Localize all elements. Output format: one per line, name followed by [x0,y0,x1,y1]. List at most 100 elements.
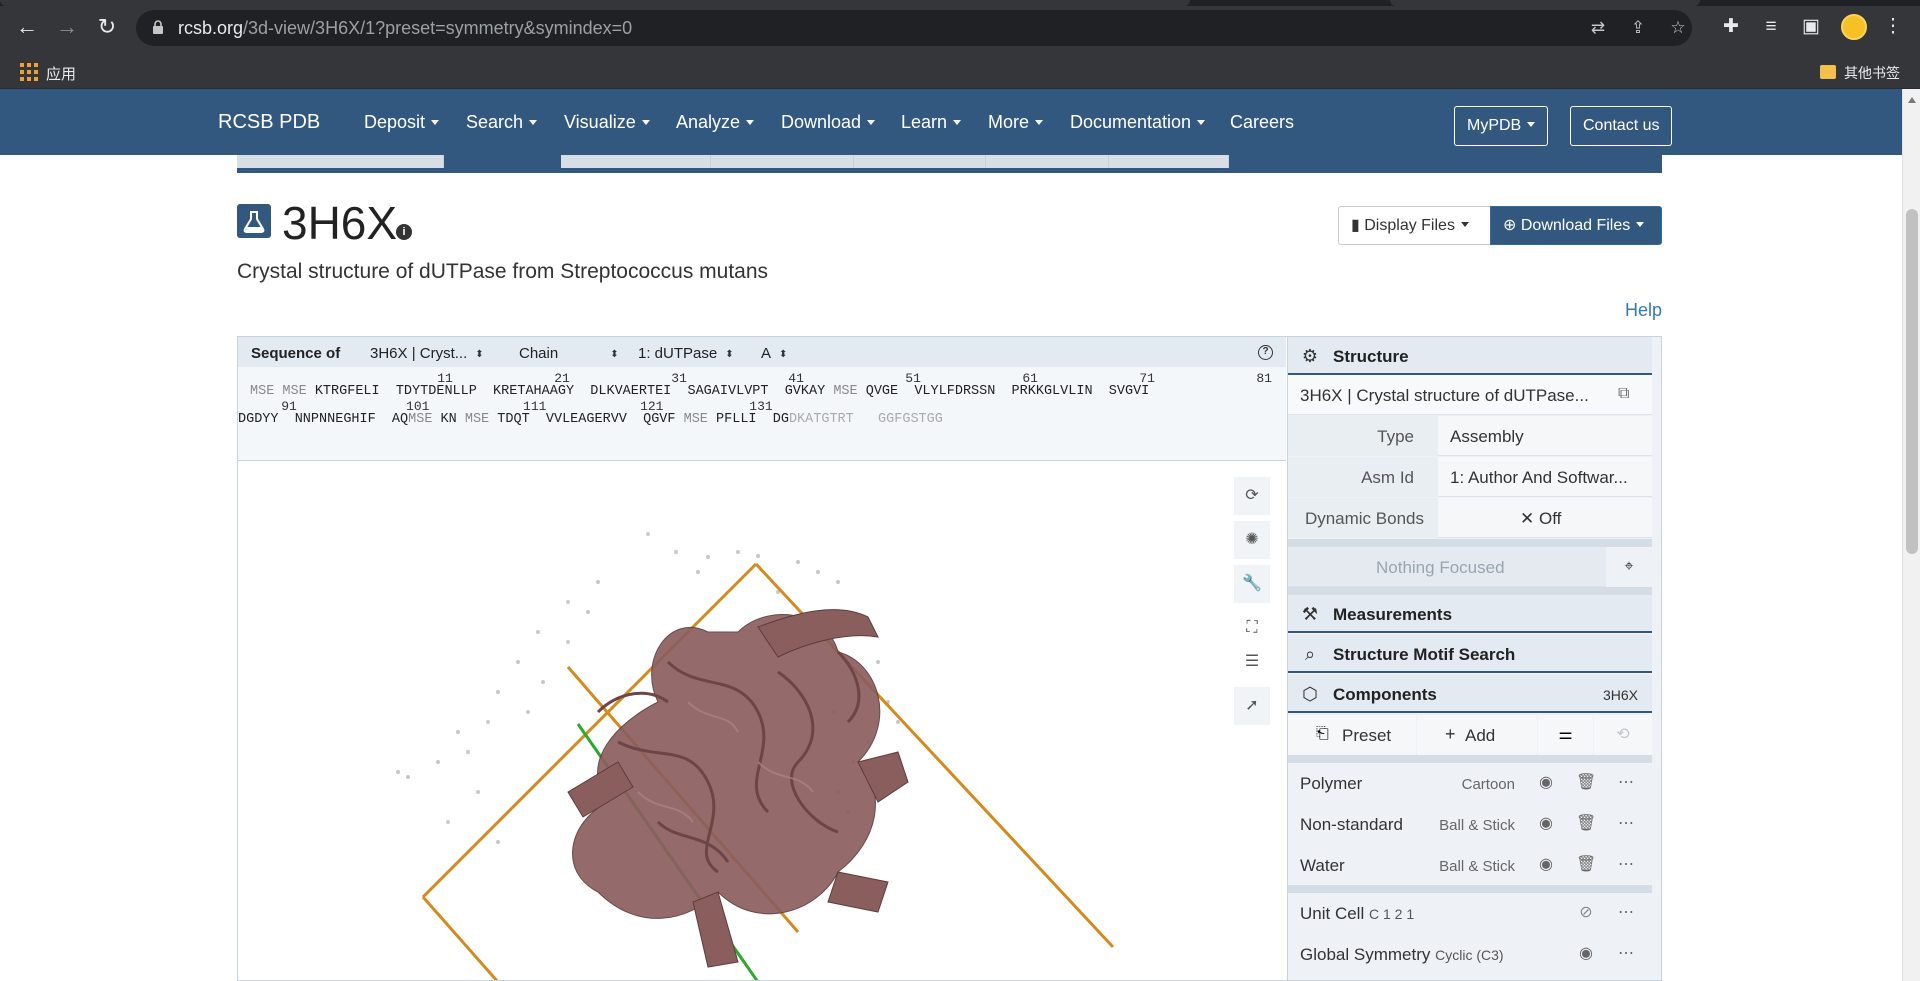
3d-canvas[interactable] [238,462,1286,980]
caret-down-icon [746,120,755,125]
brand-logo[interactable]: RCSB PDB [218,111,320,134]
nav-learn[interactable]: Learn [901,112,962,133]
more-icon[interactable]: ⋯ [1616,944,1636,964]
type-row[interactable]: Type Assembly [1288,416,1652,456]
caret-down-icon [867,120,876,125]
nav-analyze[interactable]: Analyze [676,112,755,133]
page-scrollbar[interactable] [1902,89,1920,981]
global-symmetry-row[interactable]: Global Symmetry Cyclic (C3) ◉ ⋯ [1288,934,1652,974]
entry-tab[interactable] [237,155,444,168]
entry-tab[interactable] [854,155,986,168]
eye-icon[interactable]: ◉ [1536,814,1556,834]
structure-name: 3H6X | Crystal structure of dUTPase... [1300,386,1589,405]
nav-search[interactable]: Search [466,112,538,133]
contact-button[interactable]: Contact us [1570,106,1673,146]
reload-icon[interactable]: ↻ [94,14,120,40]
chain-id-select[interactable]: A ⬍ [761,345,787,362]
share-icon[interactable]: ⇪ [1628,18,1648,38]
display-files-button[interactable]: ▮ Display Files [1338,206,1491,245]
focus-target-icon[interactable]: ⌖ [1606,547,1652,587]
chain-select[interactable]: Chain ⬍ [519,345,619,362]
more-icon[interactable]: ⋯ [1616,814,1636,834]
mypdb-button[interactable]: MyPDB [1454,106,1549,146]
nav-more[interactable]: More [988,112,1044,133]
back-arrow-icon[interactable]: ← [14,14,40,40]
translate-icon[interactable]: ⇄ [1588,18,1608,38]
entry-tab-active[interactable] [444,155,561,168]
preset-button[interactable]: ⎗ Preset [1288,715,1416,755]
entry-tab[interactable] [561,155,711,168]
entity-select[interactable]: 1: dUTPase ⬍ [638,345,734,362]
trash-icon[interactable]: 🗑 [1576,773,1596,793]
eye-icon[interactable]: ◉ [1536,855,1556,875]
extensions-icon[interactable]: ✚ [1718,14,1744,40]
more-icon[interactable]: ⋯ [1616,903,1636,923]
apps-grid-icon[interactable] [20,63,38,81]
more-icon[interactable]: ⋯ [1616,855,1636,875]
reset-camera-icon[interactable]: ⟳ [1234,477,1270,515]
components-header[interactable]: ⬡ Components 3H6X [1288,675,1652,713]
trash-icon[interactable]: 🗑 [1576,855,1596,875]
copy-icon[interactable]: ⧉ [1618,385,1629,403]
menu-kebab-icon[interactable]: ⋮ [1880,14,1906,40]
nav-deposit[interactable]: Deposit [364,112,440,133]
settings-sliders-icon[interactable]: ☰ [1234,643,1270,681]
eye-slash-icon[interactable]: ⊘ [1576,903,1596,923]
bonds-toggle[interactable]: ✕ Off [1520,509,1561,529]
add-button[interactable]: + Add [1417,715,1537,755]
structure-select[interactable]: 3H6X | Crystal structure of dUTPase... ⧉ [1288,375,1652,415]
eye-icon[interactable]: ◉ [1576,944,1596,964]
info-icon[interactable]: i [396,224,412,240]
component-water[interactable]: Water Ball & Stick ◉ 🗑 ⋯ [1288,845,1652,885]
component-representation[interactable]: Cartoon [1462,776,1515,793]
apps-bookmark[interactable]: 应用 [46,63,76,84]
nav-careers[interactable]: Careers [1230,112,1294,133]
component-representation[interactable]: Ball & Stick [1439,817,1515,834]
cursor-select-icon[interactable]: ➚ [1234,687,1270,725]
more-icon[interactable]: ⋯ [1616,773,1636,793]
wrench-icon[interactable]: 🔧 [1234,565,1270,603]
entry-select[interactable]: 3H6X | Cryst... ⬍ [370,345,484,362]
forward-arrow-icon[interactable]: → [54,14,80,40]
trash-icon[interactable]: 🗑 [1576,814,1596,834]
unit-cell-row[interactable]: Unit Cell C 1 2 1 ⊘ ⋯ [1288,893,1652,933]
entry-tab[interactable] [986,155,1109,168]
spin-icon[interactable]: ✺ [1234,521,1270,559]
asm-id-row[interactable]: Asm Id 1: Author And Softwar... [1288,457,1652,497]
star-icon[interactable]: ☆ [1668,18,1688,38]
help-icon[interactable]: ? [1258,345,1273,360]
help-link[interactable]: Help [1625,300,1662,321]
nav-documentation[interactable]: Documentation [1070,112,1206,133]
address-bar[interactable]: rcsb.org/3d-view/3H6X/1?preset=symmetry&… [136,10,1692,46]
profile-avatar[interactable] [1841,14,1867,40]
nav-download[interactable]: Download [781,112,876,133]
media-icon[interactable]: ≡ [1758,14,1784,40]
entry-tab[interactable] [1109,155,1229,168]
component-representation[interactable]: Ball & Stick [1439,858,1515,875]
other-bookmarks[interactable]: 其他书签 [1844,63,1900,83]
component-polymer[interactable]: Polymer Cartoon ◉ 🗑 ⋯ [1288,763,1652,803]
side-panel-icon[interactable]: ▣ [1798,14,1824,40]
eye-icon[interactable]: ◉ [1536,773,1556,793]
close-icon: ✕ [1520,509,1539,528]
fullscreen-icon[interactable]: ⛶ [1234,609,1270,647]
download-files-button[interactable]: ⊕ Download Files [1490,206,1662,245]
scroll-up-icon[interactable] [1908,97,1916,103]
measurements-header[interactable]: ⚒ Measurements [1288,595,1652,633]
url-text: rcsb.org/3d-view/3H6X/1?preset=symmetry&… [178,18,633,38]
structure-section-header[interactable]: ⚙ Structure [1288,337,1652,375]
inactive-tab-edge[interactable] [1390,0,1700,6]
sequence-line-1[interactable]: MSE MSE KTRGFELI TDYTDENLLP KRETAHAAGY D… [250,384,1149,399]
entry-tab[interactable] [711,155,854,168]
sliders-icon[interactable]: ⚌ [1538,715,1593,755]
component-non-standard[interactable]: Non-standard Ball & Stick ◉ 🗑 ⋯ [1288,804,1652,844]
nav-visualize[interactable]: Visualize [564,112,650,133]
dynamic-bonds-row[interactable]: Dynamic Bonds ✕ Off [1288,498,1652,538]
active-tab-edge[interactable] [0,0,1190,6]
sequence-line-2[interactable]: DGDYY NNPNNEGHIF AQMSE KN MSE TDQT VVLEA… [238,412,943,427]
scroll-thumb[interactable] [1906,209,1918,554]
sequence-panel[interactable]: 11 21 31 41 51 61 71 81 MSE MSE KTRGFELI… [238,367,1286,461]
history-icon[interactable]: ⟲ [1594,715,1652,755]
motif-search-header[interactable]: ⌕ Structure Motif Search [1288,635,1652,673]
focus-row[interactable]: Nothing Focused ⌖ [1288,547,1652,587]
